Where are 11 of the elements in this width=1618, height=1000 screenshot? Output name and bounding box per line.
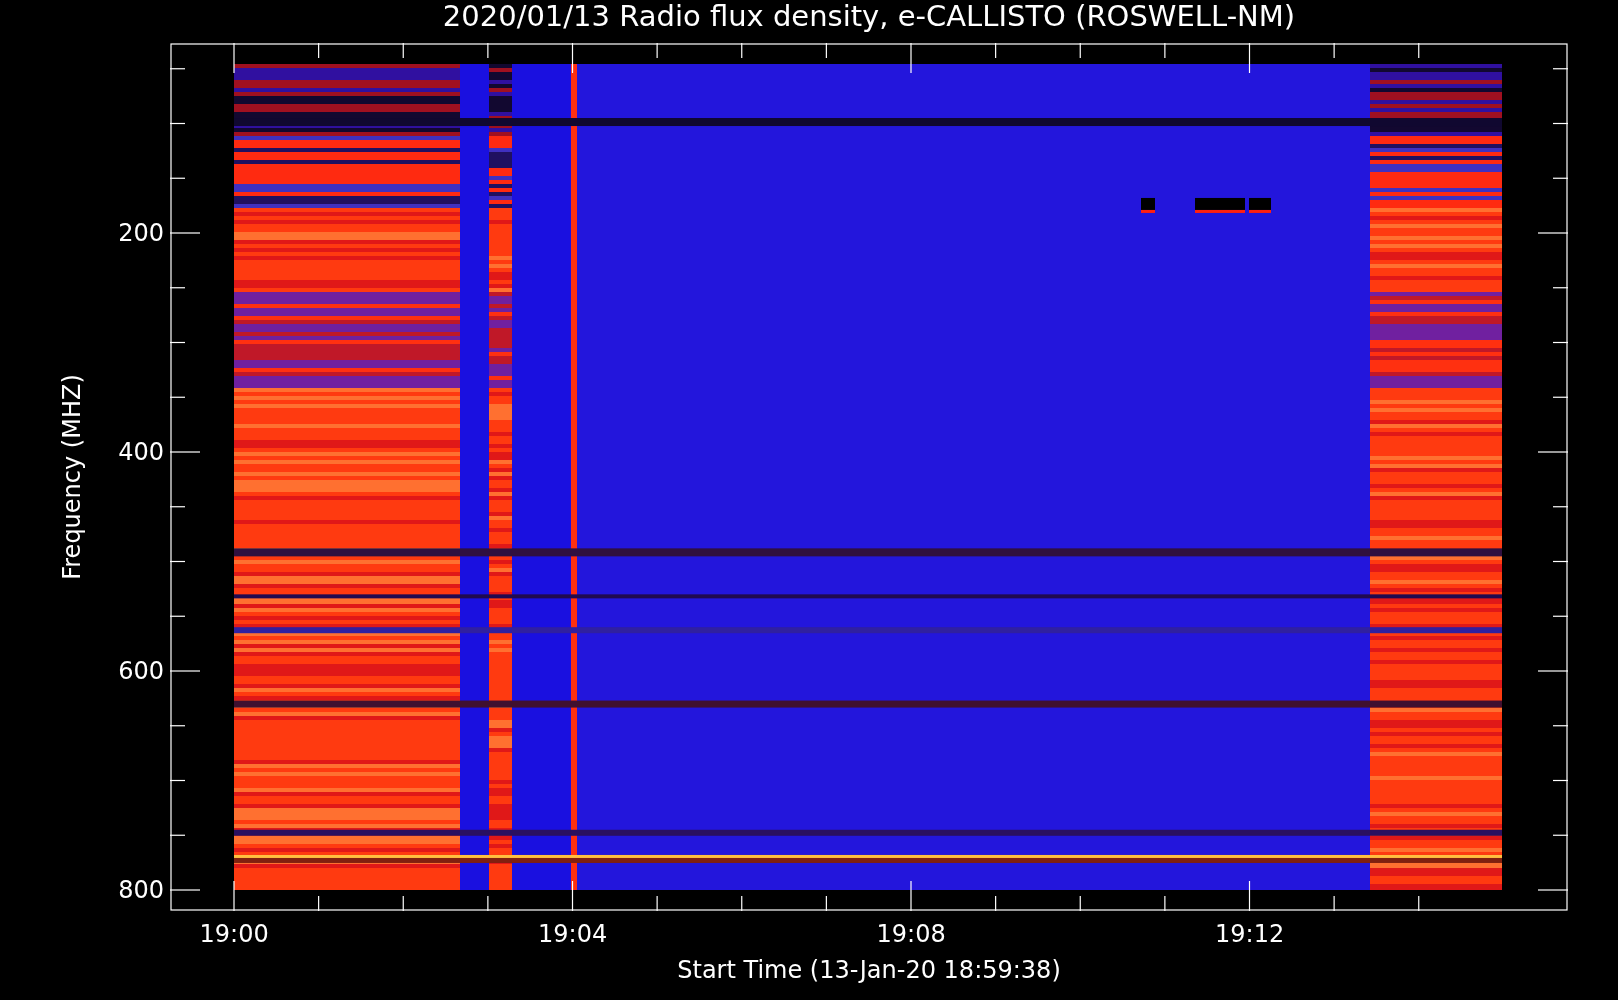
chart-title: 2020/01/13 Radio flux density, e-CALLISTO (ROSWELL-NM) <box>442 0 1296 35</box>
x-tick-label: 19:04 <box>538 921 608 948</box>
x-tick-label: 19:08 <box>876 921 946 948</box>
x-tick-label: 19:12 <box>1215 921 1285 948</box>
x-tick-label: 19:00 <box>199 921 269 948</box>
y-axis-label: Frequency (MHZ) <box>58 374 86 580</box>
y-tick-label: 800 <box>118 877 164 904</box>
y-tick-label: 600 <box>118 658 164 685</box>
y-tick-label: 400 <box>118 439 164 466</box>
y-tick-label: 200 <box>118 220 164 247</box>
x-axis-label: Start Time (13-Jan-20 18:59:38) <box>677 957 1061 984</box>
